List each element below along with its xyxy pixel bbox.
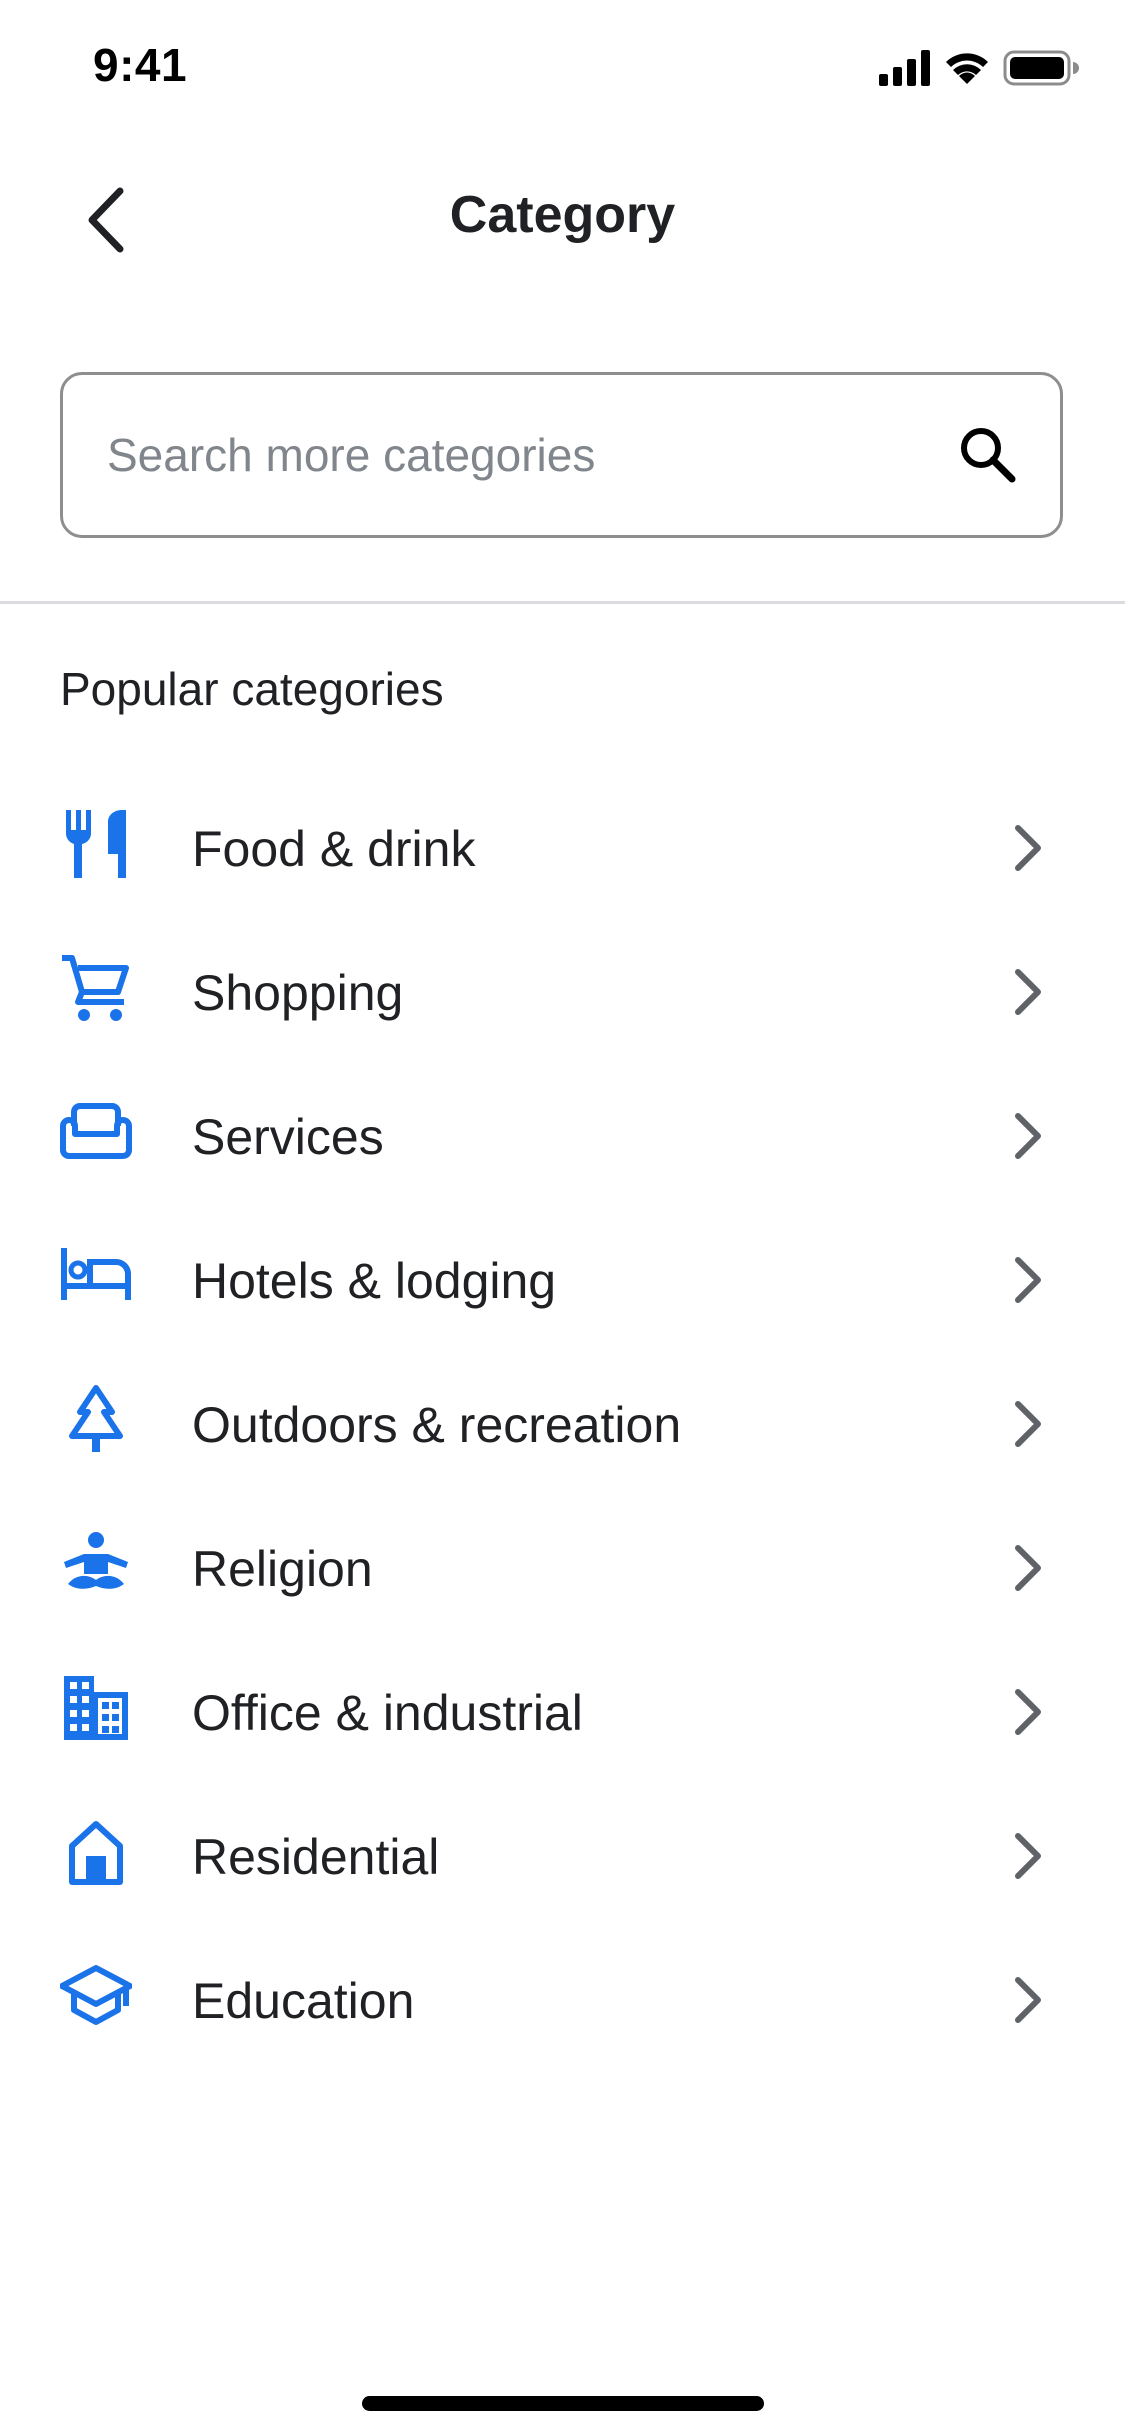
category-label: Shopping [192,965,404,1021]
category-item-services[interactable]: Services [0,1064,1125,1208]
category-label: Food & drink [192,821,476,877]
chevron-right-icon [1015,1545,1041,1591]
category-label: Residential [192,1829,440,1885]
category-label: Education [192,1973,415,2029]
header: Category [0,150,1125,290]
category-item-religion[interactable]: Religion [0,1496,1125,1640]
chevron-right-icon [1015,1257,1041,1303]
wifi-icon [946,53,988,84]
category-item-education[interactable]: Education [0,1928,1125,2072]
category-list: Food & drink Shopping Services Hotels & … [0,776,1125,2072]
home-icon [60,1816,132,1888]
search-box [60,372,1063,538]
battery-icon [1003,50,1079,86]
category-item-shopping[interactable]: Shopping [0,920,1125,1064]
signal-icon [879,50,930,86]
category-label: Religion [192,1541,373,1597]
section-title: Popular categories [60,663,444,715]
search-input[interactable] [107,375,927,535]
shopping-cart-icon [60,952,132,1024]
divider [0,601,1125,604]
chevron-right-icon [1015,969,1041,1015]
chevron-right-icon [1015,1977,1041,2023]
meditation-icon [60,1528,132,1600]
status-icons [879,48,1079,88]
home-indicator[interactable] [362,2396,764,2411]
category-label: Hotels & lodging [192,1253,557,1309]
tree-icon [60,1384,132,1456]
category-item-office-industrial[interactable]: Office & industrial [0,1640,1125,1784]
category-item-hotels-lodging[interactable]: Hotels & lodging [0,1208,1125,1352]
category-label: Office & industrial [192,1685,583,1741]
category-label: Services [192,1109,384,1165]
hotel-bed-icon [60,1240,132,1312]
status-time: 9:41 [93,39,188,91]
restaurant-icon [60,808,132,880]
chevron-right-icon [1015,825,1041,871]
status-bar: 9:41 [0,0,1125,140]
chevron-right-icon [1015,1689,1041,1735]
sofa-icon [60,1096,132,1168]
search-icon[interactable] [956,423,1020,487]
chevron-right-icon [1015,1113,1041,1159]
page-title: Category [449,186,676,244]
office-building-icon [60,1672,132,1744]
category-item-residential[interactable]: Residential [0,1784,1125,1928]
graduation-cap-icon [60,1960,132,2032]
chevron-right-icon [1015,1401,1041,1447]
chevron-right-icon [1015,1833,1041,1879]
category-item-outdoors-recreation[interactable]: Outdoors & recreation [0,1352,1125,1496]
category-label: Outdoors & recreation [192,1397,682,1453]
category-item-food-drink[interactable]: Food & drink [0,776,1125,920]
